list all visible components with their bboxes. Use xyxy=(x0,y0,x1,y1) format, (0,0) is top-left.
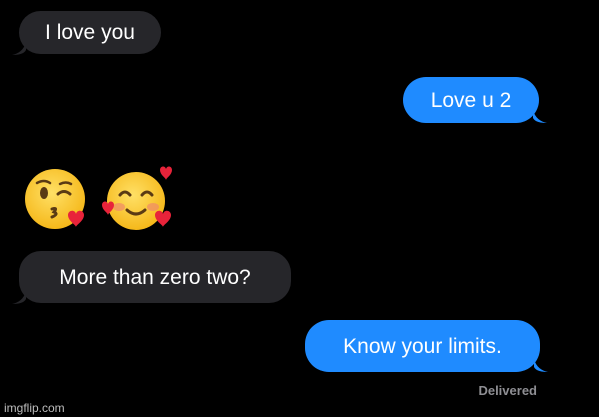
message-text: I love you xyxy=(45,21,135,44)
outgoing-bubble-tail xyxy=(533,110,547,123)
outgoing-message-bubble[interactable]: Love u 2 xyxy=(403,77,539,123)
face-blowing-a-kiss-icon xyxy=(25,169,85,229)
outgoing-bubble-tail xyxy=(534,359,548,372)
message-text: Know your limits. xyxy=(343,334,502,358)
message-text: More than zero two? xyxy=(59,265,251,289)
smiling-face-with-hearts-icon xyxy=(102,166,172,230)
incoming-message-bubble[interactable]: I love you xyxy=(19,11,161,54)
watermark: imgflip.com xyxy=(4,401,65,415)
message-thread: I love you Love u 2 More than zero two? … xyxy=(0,0,599,417)
incoming-message-bubble[interactable]: More than zero two? xyxy=(19,251,291,303)
delivery-status: Delivered xyxy=(478,383,537,398)
outgoing-message-bubble[interactable]: Know your limits. xyxy=(305,320,540,372)
message-text: Love u 2 xyxy=(430,88,512,112)
incoming-emoji-message[interactable] xyxy=(18,163,178,233)
incoming-bubble-tail xyxy=(12,291,26,304)
incoming-bubble-tail xyxy=(12,42,26,55)
